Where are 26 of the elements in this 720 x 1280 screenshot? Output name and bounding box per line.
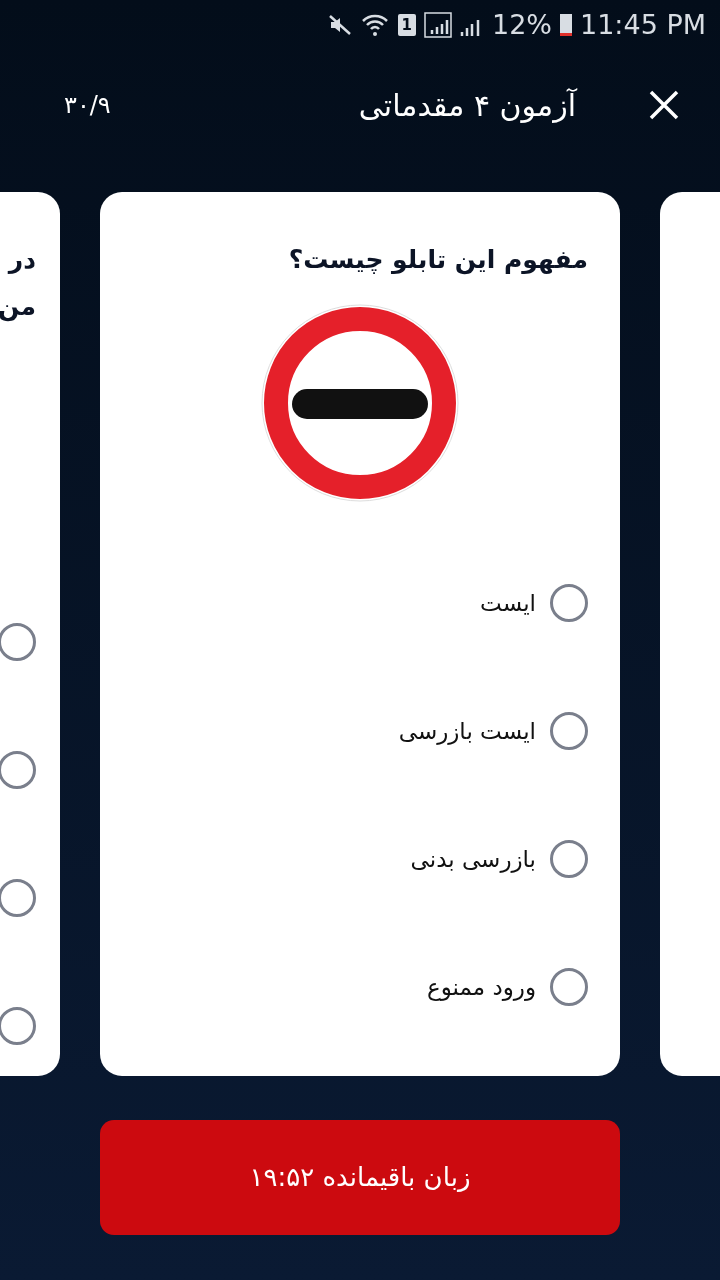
signal-icon (424, 12, 452, 38)
radio-button[interactable] (0, 751, 36, 789)
battery-icon (560, 14, 572, 36)
option-label: ایست (480, 588, 536, 618)
clock-time: 11:45 PM (580, 7, 706, 42)
mute-icon (327, 13, 352, 37)
radio-button[interactable] (0, 1007, 36, 1045)
question-text: من (0, 292, 36, 321)
close-button[interactable] (648, 89, 680, 121)
signal-icon (460, 18, 480, 38)
sim-icon: 1 (397, 13, 416, 37)
option-label: بازرسی بدنی (410, 844, 536, 875)
question-counter: ۳۰/۹ (64, 90, 111, 121)
option-label: ایست بازرسی (398, 716, 536, 747)
radio-button[interactable] (0, 879, 36, 917)
question-text: مفهوم این تابلو چیست؟ (287, 244, 588, 277)
question-text: در (8, 245, 36, 274)
timer-button[interactable]: زبان باقیمانده ۱۹:۵۲ (100, 1120, 620, 1235)
radio-button[interactable] (550, 712, 588, 750)
radio-button[interactable] (550, 968, 588, 1006)
radio-button[interactable] (0, 623, 36, 661)
radio-button[interactable] (550, 840, 588, 878)
exam-title: آزمون ۴ مقدماتی (358, 86, 576, 125)
option-label: ورود ممنوع (426, 972, 536, 1003)
battery-percent: 12% (492, 7, 552, 42)
radio-button[interactable] (550, 584, 588, 622)
